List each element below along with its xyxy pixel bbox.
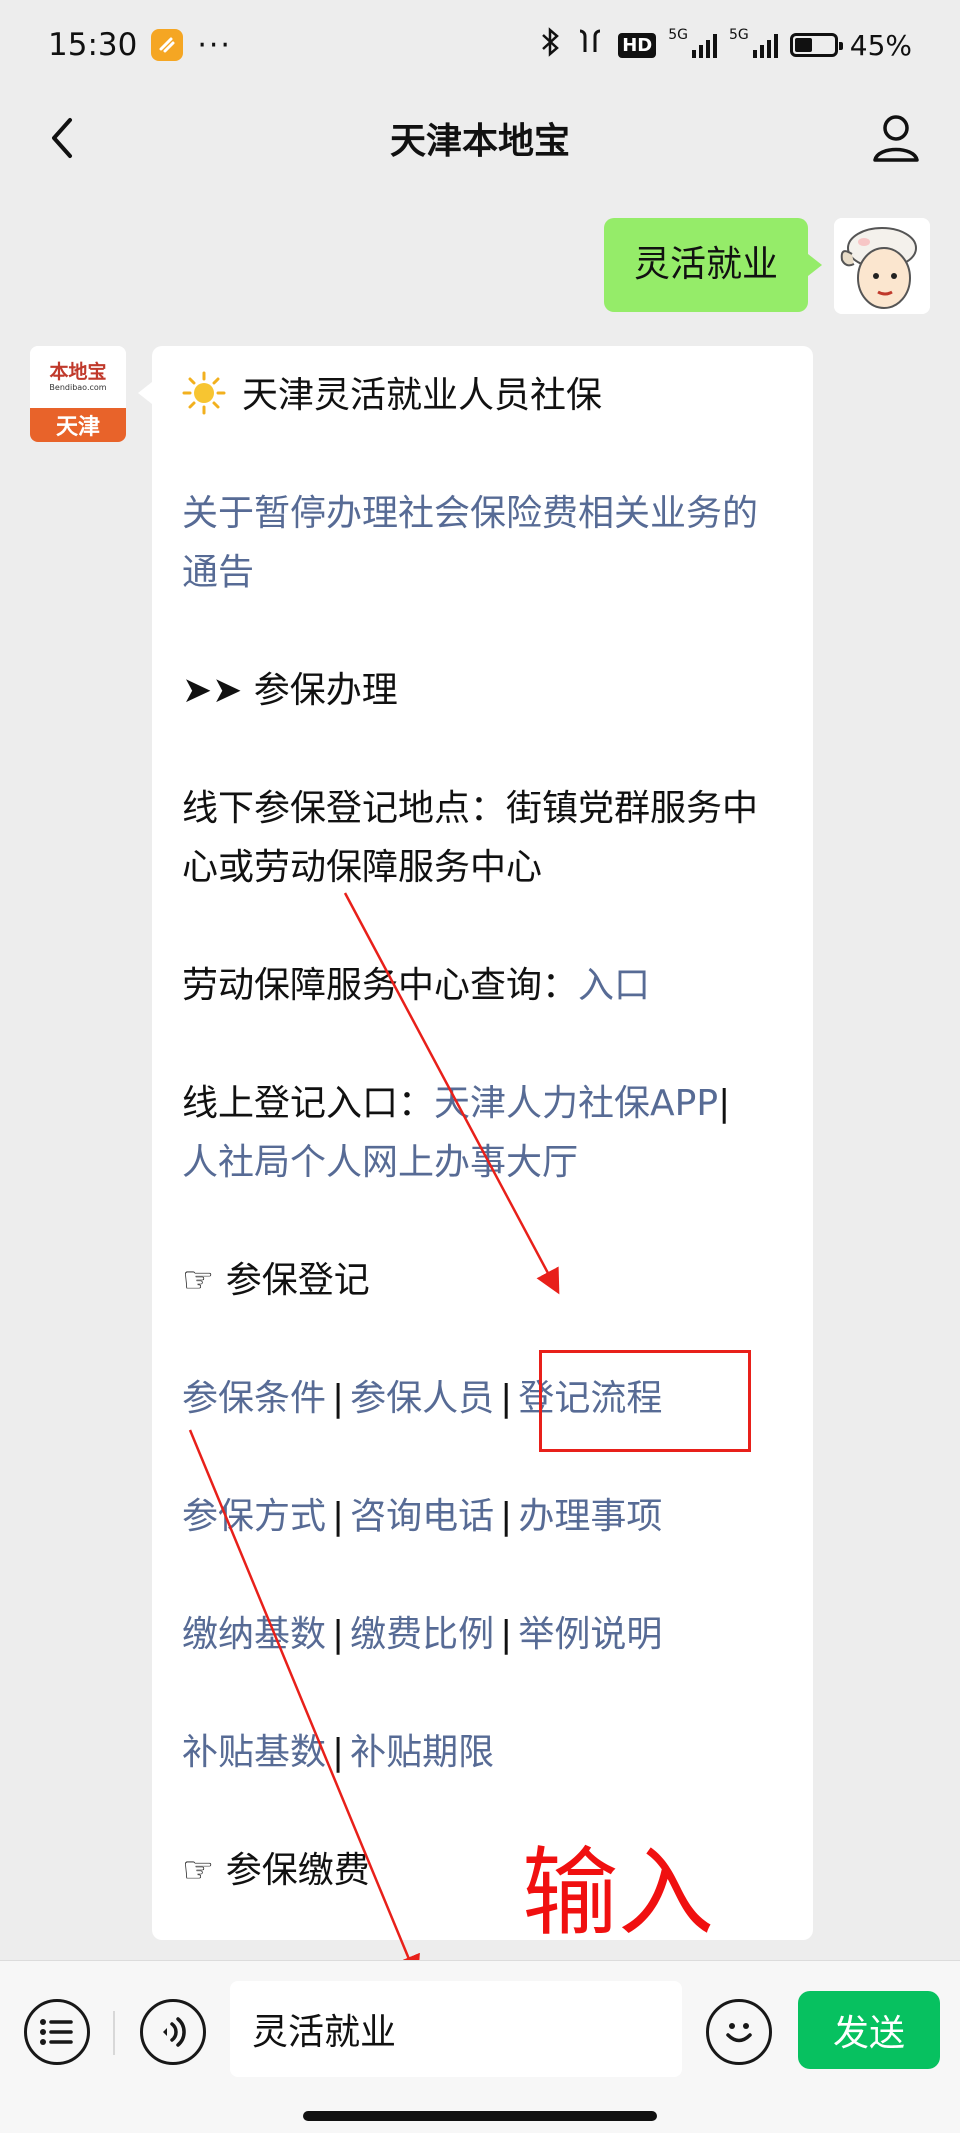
more-notifications-icon: ··· [197,27,232,63]
input-bar: 发送 [0,1960,960,2133]
link-subsidy-base[interactable]: 补贴基数 [182,1732,326,1773]
home-indicator[interactable] [303,2111,657,2121]
link-separator: | [332,1378,345,1419]
page-title: 天津本地宝 [389,121,570,162]
section-heading-enrollment: ➤➤ 参保办理 [182,670,398,711]
notice-link[interactable]: 关于暂停办理社会保险费相关业务的通告 [182,484,783,602]
query-label: 劳动保障服务中心查询： [182,965,579,1006]
link-separator: | [500,1496,513,1537]
status-bar: 15:30 ··· HD 5G 5G 45% [0,0,960,90]
online-label: 线上登记入口： [182,1083,435,1124]
sun-icon [182,371,226,415]
battery-icon [789,33,843,57]
online-entry-row: 线上登记入口：天津人力社保APP| 人社局个人网上办事大厅 [182,1074,783,1192]
online-separator: | [718,1083,731,1124]
user-icon[interactable] [868,110,924,166]
app-link[interactable]: 天津人力社保APP [434,1083,718,1124]
battery-percent: 45% [849,28,912,62]
outgoing-bubble[interactable]: 灵活就业 [603,218,823,312]
annotation-input-label: 输入 [522,1837,714,1949]
query-row: 劳动保障服务中心查询：入口 [182,956,783,1015]
link-separator: | [332,1732,345,1773]
incoming-message: 本地宝 Bendibao.com 天津 天津灵活就业人员社保 关于暂停办理社会保… [30,346,813,1940]
online-hall-link[interactable]: 人社局个人网上办事大厅 [182,1142,578,1183]
annotation-highlight-box [539,1350,751,1452]
send-button[interactable]: 发送 [798,1991,940,2069]
link-procedures[interactable]: 办理事项 [518,1496,662,1537]
link-separator: | [500,1614,513,1655]
links-row-2: 参保方式 | 咨询电话 | 办理事项 [182,1487,783,1546]
link-hotline[interactable]: 咨询电话 [350,1496,494,1537]
input-divider [113,2011,115,2055]
link-separator: | [332,1496,345,1537]
link-contribution-ratio[interactable]: 缴费比例 [350,1614,494,1655]
chat-area[interactable]: 灵活就业 本地宝 Bendibao.com 天津 天津灵活就业人员社保 关于暂停… [0,200,960,1960]
link-separator: | [332,1614,345,1655]
my-avatar[interactable] [834,218,930,314]
links-row-3: 缴纳基数 | 缴费比例 | 举例说明 [182,1605,783,1664]
link-enroll-method[interactable]: 参保方式 [182,1496,326,1537]
bot-logo-site: Bendibao.com [49,383,107,392]
offline-location-text: 线下参保登记地点：街镇党群服务中心或劳动保障服务中心 [182,788,759,888]
reply-title: 天津灵活就业人员社保 [242,375,603,416]
menu-list-icon[interactable] [24,1999,90,2065]
reply-bubble: 天津灵活就业人员社保 关于暂停办理社会保险费相关业务的通告 ➤➤ 参保办理 线下… [138,346,813,1940]
signal-bars-2-icon [752,32,778,58]
section-heading-registration: ☞ 参保登记 [182,1260,370,1301]
link-contribution-base[interactable]: 缴纳基数 [182,1614,326,1655]
app-notification-icon [151,29,184,61]
voice-icon[interactable] [140,1999,206,2065]
nav-bar: 天津本地宝 [0,90,960,186]
link-example[interactable]: 举例说明 [518,1614,662,1655]
signal-5g-2-label: 5G [729,27,749,43]
bot-avatar[interactable]: 本地宝 Bendibao.com 天津 [30,346,126,442]
signal-5g-1-label: 5G [668,27,688,43]
reply-title-row: 天津灵活就业人员社保 [182,366,783,425]
query-entry-link[interactable]: 入口 [578,965,650,1006]
chevron-left-icon[interactable] [36,112,88,164]
links-row-4: 补贴基数 | 补贴期限 [182,1723,783,1782]
message-input[interactable] [230,1981,682,2077]
outgoing-message: 灵活就业 [603,218,930,314]
bot-logo-city: 天津 [30,408,126,442]
signal-bars-1-icon [692,32,717,58]
link-enroll-persons[interactable]: 参保人员 [350,1378,494,1419]
link-separator: | [500,1378,513,1419]
emoji-icon[interactable] [706,1999,772,2065]
status-time: 15:30 [48,27,138,63]
bot-logo-text: 本地宝 [49,361,107,383]
hd-icon: HD [618,32,657,58]
link-enroll-conditions[interactable]: 参保条件 [182,1378,326,1419]
bluetooth-icon [540,27,562,63]
link-subsidy-period[interactable]: 补贴期限 [350,1732,494,1773]
earbuds-icon [574,27,606,63]
